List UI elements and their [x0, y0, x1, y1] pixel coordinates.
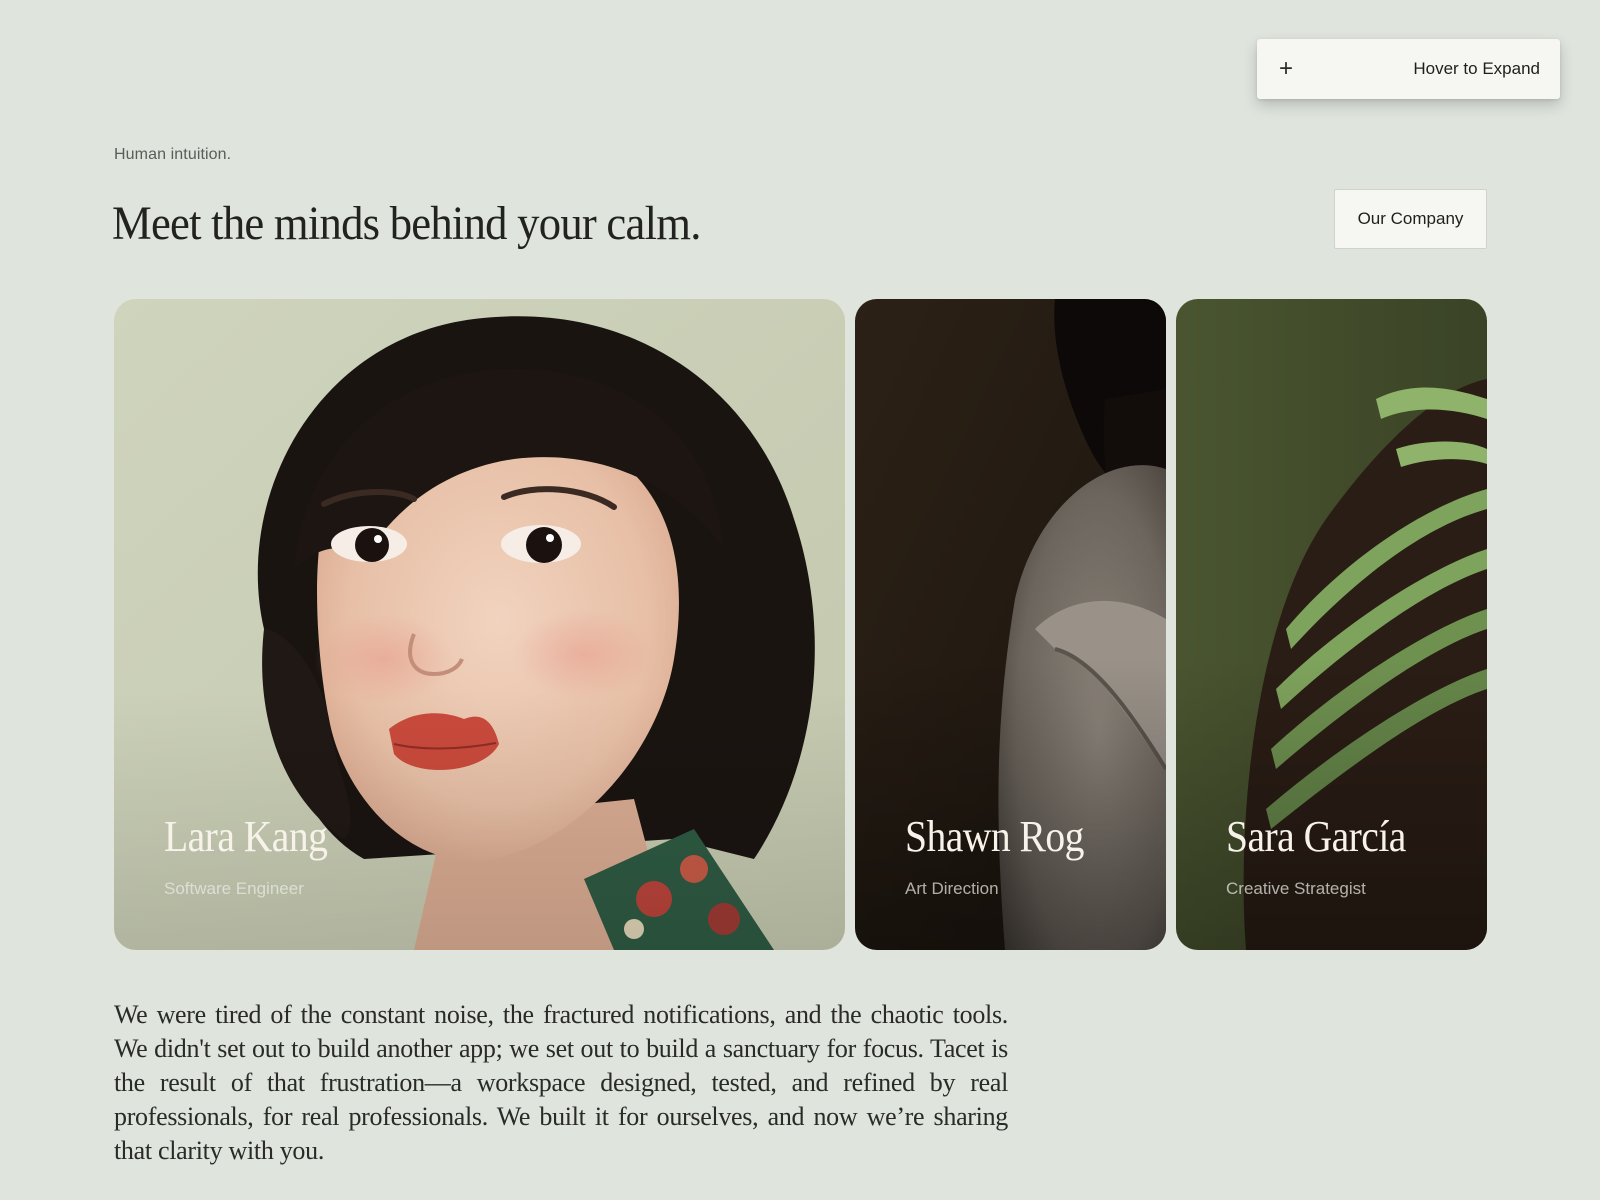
page-title: Meet the minds behind your calm. — [112, 197, 701, 250]
member-name: Sara García — [1226, 812, 1406, 861]
team-cards: Lara Kang Software Engineer Shawn Rog Ar… — [114, 299, 1487, 950]
member-role: Art Direction — [905, 879, 999, 898]
member-role: Software Engineer — [164, 879, 304, 898]
team-card-sara-garcia[interactable]: Sara García Creative Strategist — [1176, 299, 1487, 950]
team-card-lara-kang[interactable]: Lara Kang Software Engineer — [114, 299, 845, 950]
member-name: Shawn Rog — [905, 812, 1084, 861]
hover-to-expand-label: Hover to Expand — [1413, 59, 1540, 78]
our-company-button[interactable]: Our Company — [1334, 189, 1487, 249]
about-paragraph: We were tired of the constant noise, the… — [114, 1000, 1008, 1165]
member-role: Creative Strategist — [1226, 879, 1366, 898]
member-name: Lara Kang — [164, 812, 328, 861]
plus-icon: + — [1279, 55, 1294, 82]
eyebrow-text: Human intuition. — [114, 146, 232, 163]
hover-to-expand-button[interactable]: + Hover to Expand — [1257, 39, 1560, 99]
team-page: + Hover to Expand Human intuition. Meet … — [0, 0, 1600, 1200]
team-card-shawn-rog[interactable]: Shawn Rog Art Direction — [855, 299, 1166, 950]
